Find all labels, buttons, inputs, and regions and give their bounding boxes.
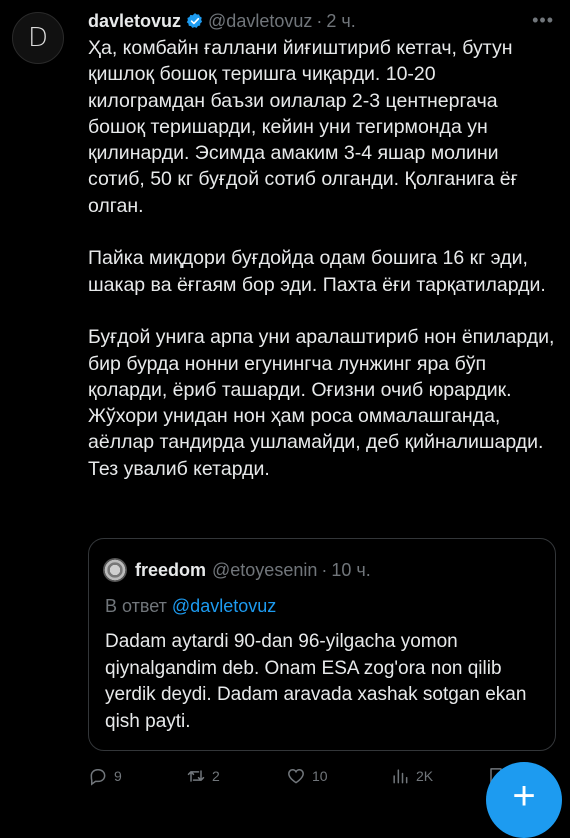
views-chart-icon [393, 769, 408, 784]
plus-icon: + [512, 774, 536, 818]
author-avatar[interactable]: D [12, 12, 64, 64]
author-handle[interactable]: @davletovuz [208, 11, 312, 32]
views-count: 2K [416, 768, 434, 784]
quoted-tweet-header: freedom @etoyesenin · 10 ч. [103, 557, 545, 583]
quoted-header-separator: · [321, 559, 328, 580]
tweet-body: Ҳа, комбайн ғаллани йиғиштириб кетгач, б… [88, 35, 558, 482]
views-button[interactable]: 2K [390, 766, 433, 786]
action-bar: 9 2 10 2K [88, 764, 558, 788]
tweet-paragraph: Ҳа, комбайн ғаллани йиғиштириб кетгач, б… [88, 37, 518, 217]
quoted-tweet[interactable]: freedom @etoyesenin · 10 ч. В ответ @dav… [88, 538, 556, 751]
compose-fab-button[interactable]: + [486, 762, 562, 838]
header-separator: · [316, 10, 323, 31]
quoted-author-name: freedom [135, 559, 207, 580]
like-count: 10 [312, 768, 328, 784]
reply-button[interactable]: 9 [88, 766, 122, 786]
avatar-logo: D [27, 23, 49, 53]
more-options-icon[interactable]: ••• [532, 10, 554, 31]
quoted-timestamp: 10 ч. [331, 559, 371, 580]
tweet-paragraph: Буғдой унига арпа уни аралаштириб нон ёп… [88, 326, 555, 480]
verified-badge-icon [186, 13, 203, 28]
reply-handle-link[interactable]: @davletovuz [172, 596, 276, 616]
tweet-timestamp[interactable]: 2 ч. [326, 11, 355, 32]
retweet-button[interactable]: 2 [186, 766, 220, 786]
reply-prefix: В ответ [105, 596, 167, 616]
quoted-author-avatar [103, 558, 127, 582]
reply-count: 9 [114, 768, 122, 784]
quoted-author-handle: @etoyesenin [212, 559, 318, 580]
like-button[interactable]: 10 [286, 766, 328, 786]
reply-icon [90, 769, 106, 786]
retweet-count: 2 [212, 768, 220, 784]
tweet-header: davletovuz @davletovuz · 2 ч. ••• [88, 10, 554, 32]
tweet-paragraph: Пайка миқдори буғдойда одам бошига 16 кг… [88, 247, 546, 296]
reply-context: В ответ @davletovuz [105, 596, 276, 617]
author-name[interactable]: davletovuz [88, 11, 181, 32]
retweet-icon [187, 770, 205, 782]
heart-icon [288, 768, 304, 784]
quoted-tweet-body: Dadam aytardi 90-dan 96-yilgacha yomon q… [105, 631, 527, 732]
